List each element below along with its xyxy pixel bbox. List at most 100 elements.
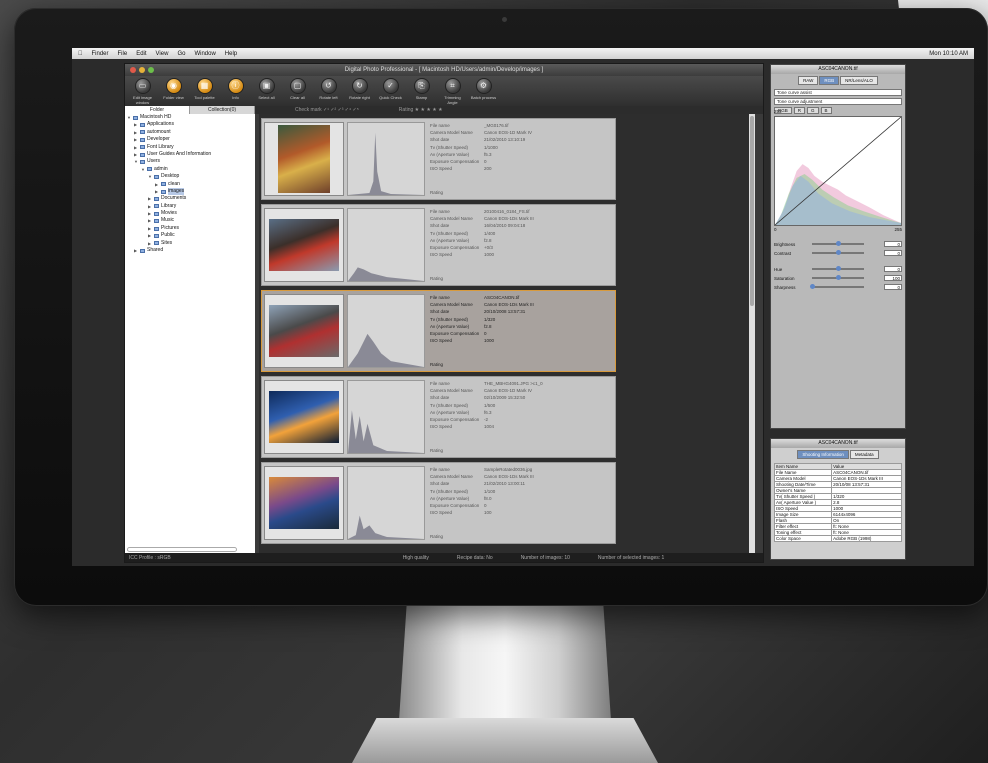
folder-view-button[interactable]: ◉ Folder view (160, 78, 187, 100)
slider-track[interactable] (812, 266, 864, 271)
slider-knob[interactable] (836, 241, 841, 246)
slider-track[interactable] (810, 284, 864, 289)
palette-tab-rgb[interactable]: RGB (819, 76, 840, 85)
tool-palette-button[interactable]: ▦ Tool palette (191, 78, 218, 100)
info-tab-shootinginformation[interactable]: Shooting Information (797, 450, 849, 459)
disclosure-closed-icon[interactable]: ▶ (155, 188, 159, 195)
image-row[interactable]: File name ASC04CANON.tif Camera Model Name… (261, 290, 616, 372)
menu-window[interactable]: Window (194, 51, 215, 57)
disclosure-closed-icon[interactable]: ▶ (148, 217, 152, 224)
disclosure-closed-icon[interactable]: ▶ (134, 129, 138, 136)
tone-curve-assist-field[interactable]: Tone curve assist (774, 89, 902, 96)
rating-label[interactable]: Rating (430, 190, 443, 195)
tree-item[interactable]: ▶ Movies (125, 210, 255, 217)
menu-view[interactable]: View (156, 51, 169, 57)
tab-folder[interactable]: Folder (125, 106, 190, 114)
tree-item[interactable]: ▶ Music (125, 217, 255, 224)
disclosure-closed-icon[interactable]: ▶ (134, 144, 138, 151)
menu-finder[interactable]: Finder (92, 51, 109, 57)
tree-item[interactable]: ▶ automount (125, 129, 255, 136)
disclosure-closed-icon[interactable]: ▶ (148, 240, 152, 247)
tab-collection[interactable]: Collection(0) (190, 106, 255, 114)
disclosure-closed-icon[interactable]: ▶ (134, 247, 138, 254)
clear-all-button[interactable]: ▢ Clear all (284, 78, 311, 100)
image-thumbnail[interactable] (264, 122, 344, 196)
tree-item[interactable]: ▶ Library (125, 203, 255, 210)
image-thumbnail[interactable] (264, 466, 344, 540)
disclosure-open-icon[interactable]: ▼ (141, 166, 145, 173)
tree-item[interactable]: ▶ Font Library (125, 144, 255, 151)
slider-knob[interactable] (836, 275, 841, 280)
close-button[interactable] (130, 67, 136, 73)
tree-item[interactable]: ▶ Shared (125, 247, 255, 254)
tree-item[interactable]: ▶ Public (125, 232, 255, 239)
disclosure-closed-icon[interactable]: ▶ (148, 225, 152, 232)
zoom-button[interactable] (148, 67, 154, 73)
palette-tab-raw[interactable]: RAW (798, 76, 819, 85)
edit-image-window-button[interactable]: ▭ Edit image window (129, 78, 156, 105)
slider-track[interactable] (812, 250, 864, 255)
slider-value-field[interactable]: 0 (884, 250, 902, 256)
channel-g-button[interactable]: G (807, 107, 819, 114)
info-row[interactable]: Camera Model Canon EOS-1Ds Mark III (773, 475, 902, 482)
image-thumbnail[interactable] (264, 380, 344, 454)
tree-item[interactable]: ▼ admin (125, 166, 255, 173)
slider-knob[interactable] (836, 266, 841, 271)
menu-go[interactable]: Go (177, 51, 185, 57)
tree-item[interactable]: ▶ Applications (125, 121, 255, 128)
slider-value-field[interactable]: 0 (884, 241, 902, 247)
menu-file[interactable]: File (118, 51, 128, 57)
slider-value-field[interactable]: 0 (884, 284, 902, 290)
menu-edit[interactable]: Edit (136, 51, 146, 57)
rotate-right-button[interactable]: ↻ Rotate right (346, 78, 373, 100)
slider-value-field[interactable]: 100 (884, 275, 902, 281)
rotate-left-button[interactable]: ↺ Rotate left (315, 78, 342, 100)
disclosure-closed-icon[interactable]: ▶ (155, 181, 159, 188)
disclosure-open-icon[interactable]: ▼ (127, 114, 131, 121)
check-mark-filter[interactable]: Check mark ✓¹ ✓² ✓³ ✓⁴ ✓⁵ (295, 107, 359, 113)
disclosure-closed-icon[interactable]: ▶ (134, 151, 138, 158)
info-row[interactable]: Color Space Adobe RGB (1998) (773, 535, 902, 542)
batch-process-button[interactable]: ⚙ Batch process (470, 78, 497, 100)
menu-help[interactable]: Help (225, 51, 237, 57)
tree-item[interactable]: ▼ Macintosh HD (125, 114, 255, 121)
tree-horizontal-scrollbar[interactable] (127, 547, 237, 552)
tone-curve-graph[interactable]: 255 0 255 (774, 109, 902, 232)
info-tab-metadata[interactable]: Metadata (849, 450, 879, 459)
slider-track[interactable] (812, 241, 864, 246)
apple-menu-icon[interactable]:  (78, 51, 83, 57)
tree-item[interactable]: ▶ User Guides And Information (125, 151, 255, 158)
disclosure-closed-icon[interactable]: ▶ (134, 136, 138, 143)
tone-curve-adjustment-field[interactable]: Tone curve adjustment (774, 98, 902, 105)
disclosure-closed-icon[interactable]: ▶ (134, 121, 138, 128)
tree-item[interactable]: ▶ Pictures (125, 225, 255, 232)
quick-check-button[interactable]: ✓ Quick Check (377, 78, 404, 100)
tree-item[interactable]: ▶ images (125, 187, 255, 196)
disclosure-open-icon[interactable]: ▼ (148, 173, 152, 180)
info-button[interactable]: ⓘ Info (222, 78, 249, 100)
rating-label[interactable]: Rating (430, 362, 443, 367)
disclosure-closed-icon[interactable]: ▶ (148, 203, 152, 210)
tree-item[interactable]: ▼ Users (125, 158, 255, 165)
trimming-angle-button[interactable]: ⌗ Trimming Angle (439, 78, 466, 105)
tree-item[interactable]: ▶ Developer (125, 136, 255, 143)
disclosure-open-icon[interactable]: ▼ (134, 158, 138, 165)
disclosure-closed-icon[interactable]: ▶ (148, 210, 152, 217)
tree-item[interactable]: ▶ Sites (125, 240, 255, 247)
disclosure-closed-icon[interactable]: ▶ (148, 232, 152, 239)
disclosure-closed-icon[interactable]: ▶ (148, 195, 152, 202)
image-thumbnail[interactable] (264, 208, 344, 282)
minimize-button[interactable] (139, 67, 145, 73)
rating-label[interactable]: Rating (430, 534, 443, 539)
image-thumbnail[interactable] (264, 294, 344, 368)
rating-label[interactable]: Rating (430, 276, 443, 281)
channel-r-button[interactable]: R (793, 107, 806, 114)
image-row[interactable]: File name _MG0176.tif Camera Model Name Can… (261, 118, 616, 200)
slider-knob[interactable] (836, 250, 841, 255)
tree-item[interactable]: ▼ Desktop (125, 173, 255, 180)
tree-item[interactable]: ▶ Documents (125, 195, 255, 202)
image-row[interactable]: File name 20100416_0184_FS.tif Camera Mode… (261, 204, 616, 286)
rating-label[interactable]: Rating (430, 448, 443, 453)
channel-b-button[interactable]: B (820, 107, 832, 114)
image-row[interactable]: File name SampleRotated0036.jpg Camera Mod… (261, 462, 616, 544)
